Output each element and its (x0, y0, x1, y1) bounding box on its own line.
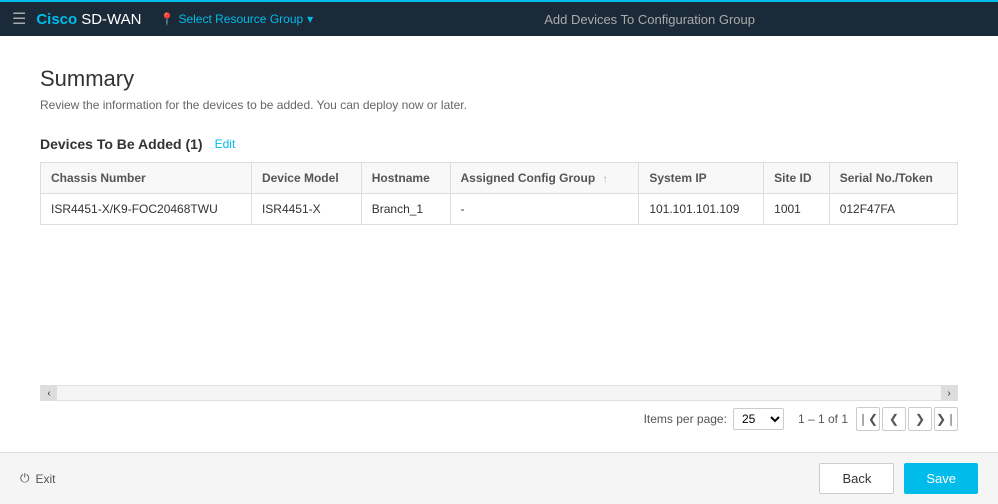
scroll-left-arrow[interactable]: ‹ (41, 385, 57, 401)
exit-button[interactable]: ⏻ Exit (20, 471, 56, 486)
save-button[interactable]: Save (904, 463, 978, 494)
pagination-bar: Items per page: 102550100 1 – 1 of 1 ❘❮ … (40, 401, 958, 437)
per-page-select[interactable]: 102550100 (733, 408, 784, 430)
edit-link[interactable]: Edit (215, 137, 236, 151)
back-button[interactable]: Back (819, 463, 894, 494)
col-config-group-label: Assigned Config Group (461, 171, 596, 185)
col-site-id: Site ID (764, 163, 830, 194)
first-page-button[interactable]: ❘❮ (856, 407, 880, 431)
pagination-buttons: ❘❮ ❮ ❯ ❯❘ (856, 407, 958, 431)
page-title: Summary (40, 66, 958, 92)
exit-label: Exit (36, 472, 56, 486)
page-info: 1 – 1 of 1 (798, 412, 848, 426)
items-per-page: Items per page: 102550100 (644, 408, 790, 430)
col-chassis: Chassis Number (41, 163, 252, 194)
hamburger-icon[interactable]: ☰ (12, 9, 26, 29)
col-model: Device Model (251, 163, 361, 194)
resource-group-selector[interactable]: 📍 Select Resource Group ▾ (159, 12, 313, 26)
exit-icon: ⏻ (20, 471, 30, 486)
table-header-row: Chassis Number Device Model Hostname Ass… (41, 163, 958, 194)
section-header: Devices To Be Added (1) Edit (40, 136, 958, 152)
scroll-right-arrow[interactable]: › (941, 385, 957, 401)
brand-cisco: Cisco (36, 11, 77, 28)
section-title: Devices To Be Added (1) (40, 136, 203, 152)
footer-buttons: Back Save (819, 463, 978, 494)
horizontal-scrollbar[interactable]: ‹ › (40, 385, 958, 401)
resource-group-label: Select Resource Group (178, 12, 303, 26)
page-subtitle: Review the information for the devices t… (40, 98, 958, 112)
table-row: ISR4451-X/K9-FOC20468TWUISR4451-XBranch_… (41, 194, 958, 225)
brand-sdwan: SD-WAN (81, 11, 141, 28)
page-nav-title: Add Devices To Configuration Group (313, 12, 986, 27)
col-config-group[interactable]: Assigned Config Group ↑ (450, 163, 639, 194)
footer: ⏻ Exit Back Save (0, 452, 998, 504)
col-hostname: Hostname (361, 163, 450, 194)
last-page-button[interactable]: ❯❘ (934, 407, 958, 431)
location-icon: 📍 (159, 12, 174, 26)
col-system-ip: System IP (639, 163, 764, 194)
main-content: Summary Review the information for the d… (0, 36, 998, 452)
brand-logo: Cisco SD-WAN (36, 11, 141, 28)
next-page-button[interactable]: ❯ (908, 407, 932, 431)
top-navigation: ☰ Cisco SD-WAN 📍 Select Resource Group ▾… (0, 0, 998, 36)
items-per-page-label: Items per page: (644, 412, 727, 426)
sort-icon: ↑ (603, 174, 608, 185)
prev-page-button[interactable]: ❮ (882, 407, 906, 431)
devices-table: Chassis Number Device Model Hostname Ass… (40, 162, 958, 225)
col-serial: Serial No./Token (829, 163, 957, 194)
